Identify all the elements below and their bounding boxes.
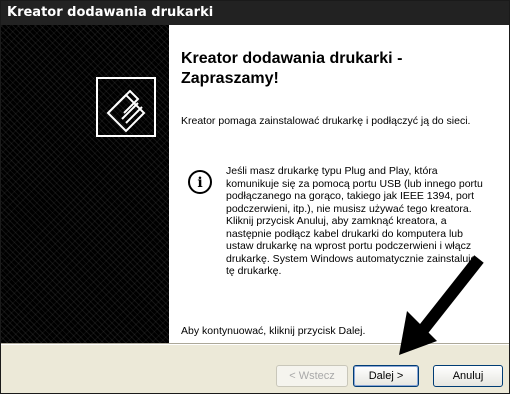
cancel-button[interactable]: Anuluj bbox=[433, 365, 503, 387]
back-button[interactable]: < Wstecz bbox=[276, 365, 348, 387]
title-bar[interactable]: Kreator dodawania drukarki bbox=[1, 1, 509, 25]
printer-wizard-window: Kreator dodawania drukarki Kreator dodaw… bbox=[0, 0, 510, 394]
info-icon: i bbox=[187, 169, 213, 195]
wizard-side-panel bbox=[1, 25, 169, 343]
window-title: Kreator dodawania drukarki bbox=[7, 5, 214, 20]
printer-wizard-icon bbox=[96, 77, 156, 137]
wizard-heading: Kreator dodawania drukarki - Zapraszamy! bbox=[181, 50, 403, 87]
arrow-pointer-icon bbox=[399, 255, 484, 355]
intro-text: Kreator pomaga zainstalować drukarkę i p… bbox=[181, 115, 471, 127]
svg-text:i: i bbox=[197, 175, 202, 191]
next-button[interactable]: Dalej > bbox=[353, 365, 419, 387]
